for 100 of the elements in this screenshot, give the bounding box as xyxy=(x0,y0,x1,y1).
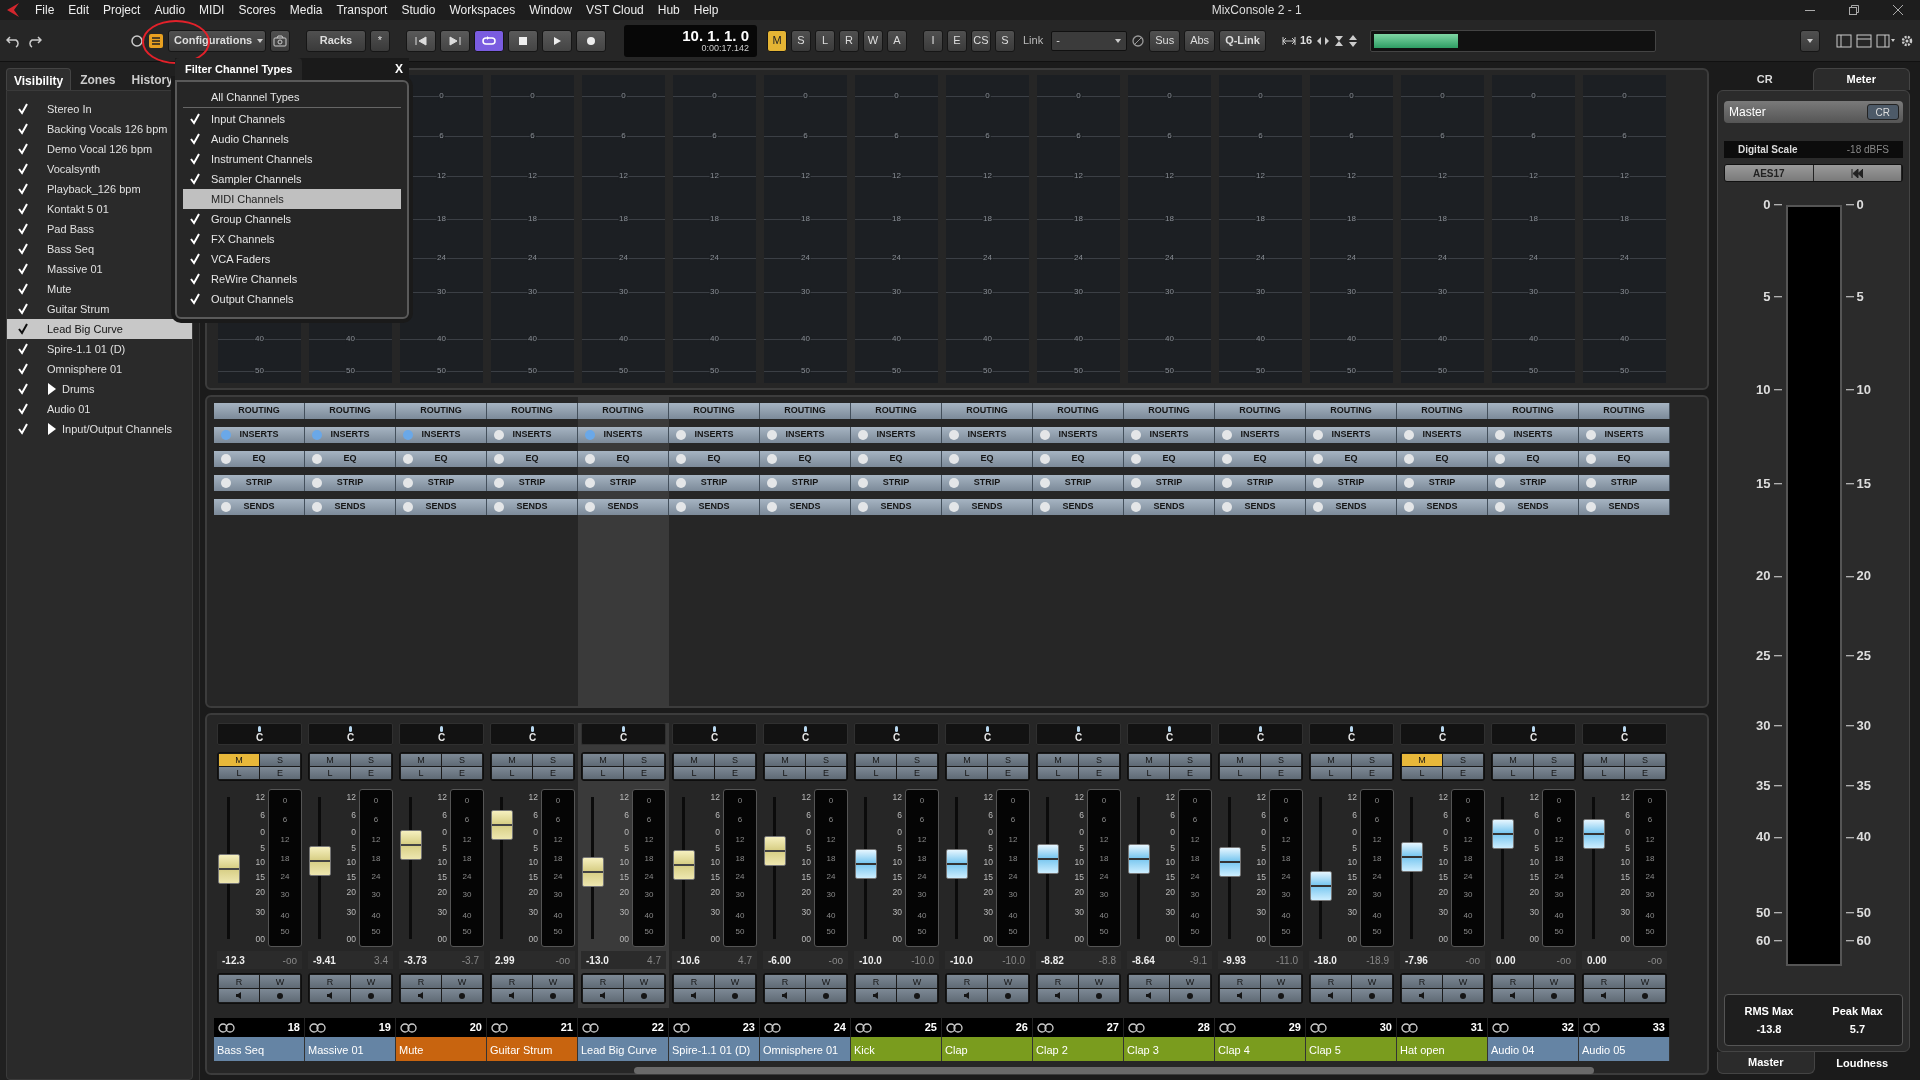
rack-section-button[interactable]: SENDS xyxy=(396,499,487,515)
menu-item[interactable]: File xyxy=(28,1,62,19)
cycle-button[interactable] xyxy=(474,29,504,52)
close-icon[interactable] xyxy=(1892,4,1904,16)
read-button[interactable]: R xyxy=(583,975,623,988)
rack-section-button[interactable]: ROUTING xyxy=(305,403,396,419)
listen-button[interactable]: L xyxy=(1402,767,1442,779)
record-enable-button[interactable] xyxy=(988,989,1028,1002)
rack-section-button[interactable]: EQ xyxy=(1306,451,1397,467)
listen-button[interactable]: L xyxy=(1129,767,1169,779)
rack-section-button[interactable]: SENDS xyxy=(1124,499,1215,515)
rack-section-button[interactable]: INSERTS xyxy=(1124,427,1215,443)
rack-section-button[interactable]: SENDS xyxy=(1033,499,1124,515)
write-button[interactable]: W xyxy=(715,975,755,988)
link-icon[interactable] xyxy=(1037,1022,1055,1033)
monitor-button[interactable] xyxy=(1311,989,1351,1002)
rack-section-button[interactable]: STRIP xyxy=(578,475,669,491)
rack-section-button[interactable]: INSERTS xyxy=(396,427,487,443)
monitor-button[interactable] xyxy=(492,989,532,1002)
mute-button[interactable]: M xyxy=(583,754,623,766)
read-button[interactable]: R xyxy=(492,975,532,988)
menu-item[interactable]: MIDI xyxy=(192,1,232,19)
layout-icon[interactable] xyxy=(1836,33,1852,48)
record-enable-button[interactable] xyxy=(1443,989,1483,1002)
rack-section-button[interactable]: STRIP xyxy=(1215,475,1306,491)
pan-control[interactable]: C xyxy=(1036,723,1121,745)
listen-button[interactable]: L xyxy=(1311,767,1351,779)
rack-section-button[interactable]: EQ xyxy=(578,451,669,467)
channel-list-item[interactable]: Drums xyxy=(7,379,192,399)
record-enable-button[interactable] xyxy=(624,989,664,1002)
menu-item[interactable]: Workspaces xyxy=(442,1,523,19)
up-down-icon[interactable] xyxy=(1348,34,1359,47)
write-button[interactable]: W xyxy=(351,975,391,988)
solo-button[interactable]: S xyxy=(1170,754,1210,766)
solo-button[interactable]: S xyxy=(806,754,846,766)
record-button[interactable] xyxy=(576,29,606,52)
rack-section-button[interactable]: STRIP xyxy=(487,475,578,491)
solo-button[interactable]: S xyxy=(1079,754,1119,766)
rack-section-button[interactable]: INSERTS xyxy=(1579,427,1670,443)
menu-item[interactable]: Window xyxy=(522,1,579,19)
monitor-button[interactable] xyxy=(1584,989,1624,1002)
hourglass-icon[interactable] xyxy=(1334,34,1345,47)
rack-section-button[interactable]: INSERTS xyxy=(1215,427,1306,443)
go-to-start-button[interactable] xyxy=(406,29,436,52)
record-enable-button[interactable] xyxy=(715,989,755,1002)
fader-handle[interactable] xyxy=(1310,871,1332,902)
link-icon[interactable] xyxy=(1128,1022,1146,1033)
rack-section-button[interactable]: SENDS xyxy=(487,499,578,515)
rack-section-button[interactable]: EQ xyxy=(1579,451,1670,467)
pan-control[interactable]: C xyxy=(490,723,575,745)
listen-button[interactable]: L xyxy=(219,767,259,779)
rack-section-button[interactable]: ROUTING xyxy=(1306,403,1397,419)
pan-control[interactable]: C xyxy=(1309,723,1394,745)
menu-item[interactable]: Audio xyxy=(147,1,193,19)
link-icon[interactable] xyxy=(764,1022,782,1033)
pan-control[interactable]: C xyxy=(1127,723,1212,745)
listen-button[interactable]: L xyxy=(492,767,532,779)
menu-item[interactable]: Edit xyxy=(61,1,97,19)
listen-button[interactable]: L xyxy=(310,767,350,779)
link-icon[interactable] xyxy=(1219,1022,1237,1033)
rack-section-button[interactable]: INSERTS xyxy=(669,427,760,443)
write-button[interactable]: W xyxy=(1443,975,1483,988)
read-button[interactable]: R xyxy=(765,975,805,988)
rack-section-button[interactable]: ROUTING xyxy=(1124,403,1215,419)
record-enable-button[interactable] xyxy=(442,989,482,1002)
listen-button[interactable]: L xyxy=(765,767,805,779)
restore-icon[interactable] xyxy=(1848,4,1860,16)
mute-button[interactable]: M xyxy=(401,754,441,766)
automation-button[interactable]: R xyxy=(839,29,859,52)
link-icon[interactable] xyxy=(309,1022,327,1033)
io-button[interactable]: S xyxy=(995,29,1015,52)
menu-item[interactable]: Media xyxy=(282,1,330,19)
listen-button[interactable]: L xyxy=(674,767,714,779)
racks-option-button[interactable]: * xyxy=(370,29,390,52)
filter-menu-item[interactable]: MIDI Channels xyxy=(183,189,401,209)
rack-section-button[interactable]: SENDS xyxy=(1306,499,1397,515)
write-button[interactable]: W xyxy=(533,975,573,988)
edit-button[interactable]: E xyxy=(442,767,482,779)
reset-button[interactable] xyxy=(1813,165,1902,181)
monitor-button[interactable] xyxy=(1038,989,1078,1002)
pan-control[interactable]: C xyxy=(1491,723,1576,745)
pan-control[interactable]: C xyxy=(308,723,393,745)
mute-button[interactable]: M xyxy=(856,754,896,766)
rack-section-button[interactable]: INSERTS xyxy=(578,427,669,443)
reset-icon[interactable] xyxy=(1131,33,1146,48)
record-enable-button[interactable] xyxy=(1534,989,1574,1002)
read-button[interactable]: R xyxy=(219,975,259,988)
read-button[interactable]: R xyxy=(1402,975,1442,988)
listen-button[interactable]: L xyxy=(583,767,623,779)
rack-section-button[interactable]: EQ xyxy=(1033,451,1124,467)
solo-button[interactable]: S xyxy=(533,754,573,766)
panel-tab[interactable]: Loudness xyxy=(1814,1052,1910,1074)
edit-button[interactable]: E xyxy=(1625,767,1665,779)
rack-section-button[interactable]: SENDS xyxy=(760,499,851,515)
record-enable-button[interactable] xyxy=(806,989,846,1002)
monitor-button[interactable] xyxy=(1129,989,1169,1002)
close-button[interactable]: X xyxy=(389,60,409,78)
write-button[interactable]: W xyxy=(260,975,300,988)
listen-button[interactable]: L xyxy=(1038,767,1078,779)
channel-list-item[interactable]: Input/Output Channels xyxy=(7,419,192,439)
